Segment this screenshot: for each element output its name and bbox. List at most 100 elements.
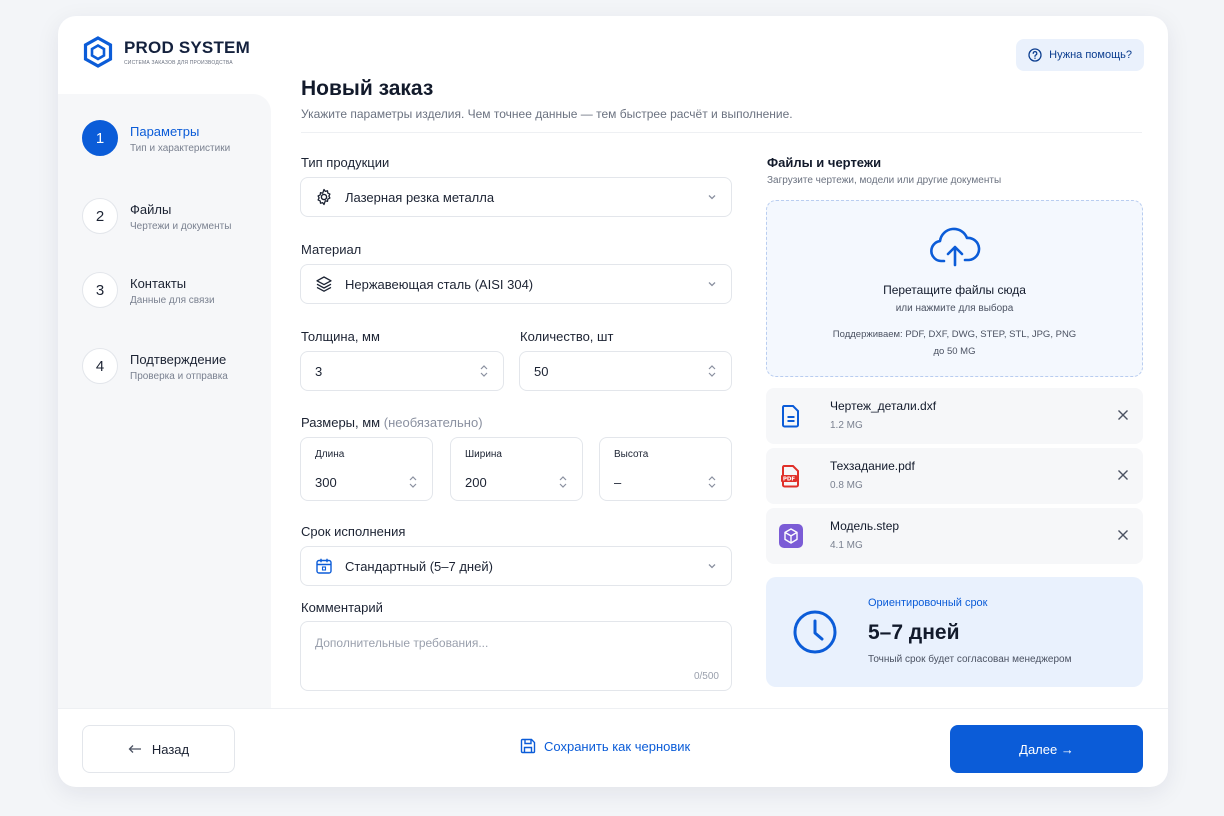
material-label: Материал bbox=[301, 242, 362, 257]
files-subtitle: Загрузите чертежи, модели или другие док… bbox=[767, 175, 1002, 186]
comment-label: Комментарий bbox=[301, 600, 383, 615]
step-parameters[interactable]: 1 Параметры Тип и характеристики bbox=[82, 120, 230, 156]
dropzone-limit: до 50 MG bbox=[933, 346, 976, 357]
file-item: PDF Техзадание.pdf 0.8 MG bbox=[766, 448, 1143, 504]
step-subtitle: Чертежи и документы bbox=[130, 221, 232, 232]
height-label: Высота bbox=[614, 449, 649, 460]
calendar-icon bbox=[316, 558, 332, 574]
close-icon[interactable] bbox=[1117, 469, 1129, 481]
file-item: Чертеж_детали.dxf 1.2 MG bbox=[766, 388, 1143, 444]
header-divider bbox=[301, 132, 1142, 133]
step-subtitle: Данные для связи bbox=[130, 295, 215, 306]
help-label: Нужна помощь? bbox=[1049, 49, 1132, 61]
thickness-label: Толщина, мм bbox=[301, 329, 380, 344]
brand-logo: PROD SYSTEM СИСТЕМА ЗАКАЗОВ ДЛЯ ПРОИЗВОД… bbox=[82, 36, 250, 68]
cube-icon bbox=[779, 524, 803, 548]
file-item: Модель.step 4.1 MG bbox=[766, 508, 1143, 564]
close-icon[interactable] bbox=[1117, 409, 1129, 421]
file-size: 0.8 MG bbox=[830, 480, 863, 491]
quantity-value: 50 bbox=[534, 363, 549, 379]
stepper-arrows-icon[interactable] bbox=[479, 363, 489, 379]
file-name: Техзадание.pdf bbox=[830, 459, 915, 473]
hexagon-logo-icon bbox=[83, 36, 113, 68]
back-label: Назад bbox=[151, 741, 190, 757]
material-select[interactable]: Нержавеющая сталь (AISI 304) bbox=[300, 264, 732, 304]
chevron-down-icon bbox=[708, 195, 716, 200]
dropzone-formats: Поддерживаем: PDF, DXF, DWG, STEP, STL, … bbox=[832, 329, 1077, 340]
step-title: Параметры bbox=[130, 124, 200, 139]
thickness-stepper[interactable]: 3 bbox=[300, 351, 504, 391]
stepper-arrows-icon[interactable] bbox=[707, 474, 717, 490]
svg-text:PDF: PDF bbox=[783, 477, 796, 483]
save-draft-label: Сохранить как черновик bbox=[544, 738, 691, 754]
chevron-down-icon bbox=[708, 564, 716, 569]
eta-panel: Ориентировочный срок 5–7 дней Точный сро… bbox=[766, 577, 1143, 687]
deadline-value: Стандартный (5–7 дней) bbox=[345, 558, 493, 574]
step-subtitle: Проверка и отправка bbox=[130, 371, 228, 382]
width-label: Ширина bbox=[465, 449, 502, 460]
dimensions-label-text: Размеры, мм bbox=[301, 415, 381, 430]
deadline-select[interactable]: Стандартный (5–7 дней) bbox=[300, 546, 732, 586]
stepper-arrows-icon[interactable] bbox=[408, 474, 418, 490]
stepper-arrows-icon[interactable] bbox=[558, 474, 568, 490]
eta-value: 5–7 дней bbox=[868, 621, 960, 644]
chevron-down-icon bbox=[708, 282, 716, 287]
thickness-value: 3 bbox=[315, 363, 323, 379]
steps-sidebar bbox=[58, 94, 271, 708]
step-title: Файлы bbox=[130, 202, 172, 217]
next-button[interactable]: Далее → bbox=[950, 725, 1143, 773]
product-type-select[interactable]: Лазерная резка металла bbox=[300, 177, 732, 217]
step-confirmation[interactable]: 4 Подтверждение Проверка и отправка bbox=[82, 348, 228, 384]
file-size: 4.1 MG bbox=[830, 540, 863, 551]
height-stepper[interactable]: Высота – bbox=[599, 437, 732, 501]
help-button[interactable]: Нужна помощь? bbox=[1016, 39, 1144, 71]
order-wizard-card: PROD SYSTEM СИСТЕМА ЗАКАЗОВ ДЛЯ ПРОИЗВОД… bbox=[58, 16, 1168, 787]
document-icon bbox=[782, 405, 799, 428]
stepper-arrows-icon[interactable] bbox=[707, 363, 717, 379]
height-value: – bbox=[614, 475, 622, 490]
length-value: 300 bbox=[315, 475, 337, 490]
question-icon bbox=[1028, 48, 1042, 62]
step-number: 2 bbox=[82, 198, 118, 234]
files-title: Файлы и чертежи bbox=[767, 155, 882, 170]
material-value: Нержавеющая сталь (AISI 304) bbox=[345, 276, 534, 292]
width-value: 200 bbox=[465, 475, 487, 490]
file-dropzone[interactable]: Перетащите файлы сюда или нажмите для вы… bbox=[766, 200, 1143, 377]
comment-placeholder: Дополнительные требования... bbox=[315, 636, 489, 650]
back-button[interactable]: Назад bbox=[82, 725, 235, 773]
step-number: 1 bbox=[82, 120, 118, 156]
eta-caption: Ориентировочный срок bbox=[868, 597, 988, 609]
clock-icon bbox=[793, 610, 837, 654]
step-number: 4 bbox=[82, 348, 118, 384]
step-files[interactable]: 2 Файлы Чертежи и документы bbox=[82, 198, 231, 234]
dimensions-label: Размеры, мм (необязательно) bbox=[301, 415, 483, 430]
close-icon[interactable] bbox=[1117, 529, 1129, 541]
product-type-value: Лазерная резка металла bbox=[345, 189, 495, 205]
next-label: Далее → bbox=[1019, 741, 1074, 757]
save-icon bbox=[520, 738, 536, 754]
optional-hint: (необязательно) bbox=[383, 415, 483, 430]
brand-tagline: СИСТЕМА ЗАКАЗОВ ДЛЯ ПРОИЗВОДСТВА bbox=[124, 60, 233, 66]
cloud-upload-icon bbox=[930, 227, 981, 267]
quantity-stepper[interactable]: 50 bbox=[519, 351, 732, 391]
arrow-left-icon bbox=[128, 745, 141, 753]
step-subtitle: Тип и характеристики bbox=[130, 143, 231, 154]
step-contacts[interactable]: 3 Контакты Данные для связи bbox=[82, 272, 215, 308]
layers-icon bbox=[316, 276, 332, 292]
save-draft-button[interactable]: Сохранить как черновик bbox=[520, 738, 690, 754]
product-type-label: Тип продукции bbox=[301, 155, 390, 170]
pdf-icon: PDF bbox=[781, 465, 799, 488]
quantity-label: Количество, шт bbox=[520, 329, 614, 344]
length-stepper[interactable]: Длина 300 bbox=[300, 437, 433, 501]
step-title: Подтверждение bbox=[130, 352, 227, 367]
page-title: Новый заказ bbox=[301, 77, 434, 100]
footer-divider bbox=[58, 708, 1168, 709]
gear-icon bbox=[317, 188, 331, 206]
length-label: Длина bbox=[315, 449, 345, 460]
file-name: Модель.step bbox=[830, 519, 900, 533]
dropzone-title: Перетащите файлы сюда bbox=[883, 283, 1026, 297]
deadline-label: Срок исполнения bbox=[301, 524, 406, 539]
comment-textarea[interactable]: Дополнительные требования... 0/500 bbox=[300, 621, 732, 691]
width-stepper[interactable]: Ширина 200 bbox=[450, 437, 583, 501]
eta-note: Точный срок будет согласован менеджером bbox=[868, 654, 1072, 665]
